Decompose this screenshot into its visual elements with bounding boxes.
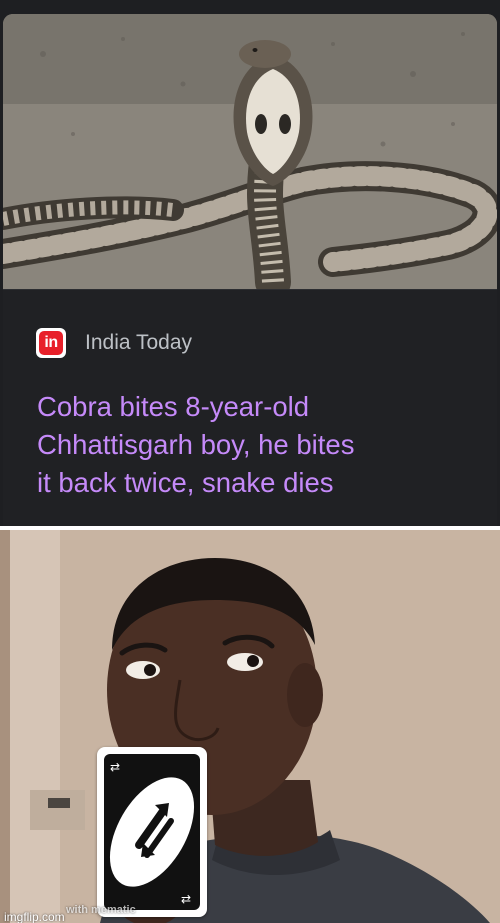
imgflip-watermark: imgflip.com (4, 910, 65, 923)
uno-reverse-card-icon: ⇄ ⇄ (97, 747, 207, 917)
svg-text:⇄: ⇄ (181, 892, 191, 906)
source-row[interactable]: in India Today (36, 328, 192, 358)
reaction-illustration (0, 530, 500, 923)
headline-line-1: Cobra bites 8-year-old (37, 391, 310, 422)
cobra-photo (3, 14, 497, 289)
svg-text:⇄: ⇄ (110, 760, 120, 774)
india-today-logo-icon: in (36, 328, 66, 358)
uno-reverse-card-graphic: ⇄ ⇄ (104, 754, 200, 910)
cobra-illustration (3, 14, 497, 289)
card-divider (3, 289, 497, 290)
source-name: India Today (85, 331, 193, 354)
man-holding-uno-reverse-card-photo: ⇄ ⇄ with mematic imgflip.com (0, 530, 500, 923)
headline-line-3: it back twice, snake dies (37, 467, 334, 498)
headline[interactable]: Cobra bites 8-year-old Chhattisgarh boy,… (37, 388, 467, 502)
headline-line-2: Chhattisgarh boy, he bites (37, 429, 355, 460)
news-card[interactable]: in India Today Cobra bites 8-year-old Ch… (3, 14, 497, 526)
mematic-watermark: with mematic (66, 904, 136, 916)
news-panel: in India Today Cobra bites 8-year-old Ch… (0, 0, 500, 526)
logo-badge: in (39, 331, 63, 355)
